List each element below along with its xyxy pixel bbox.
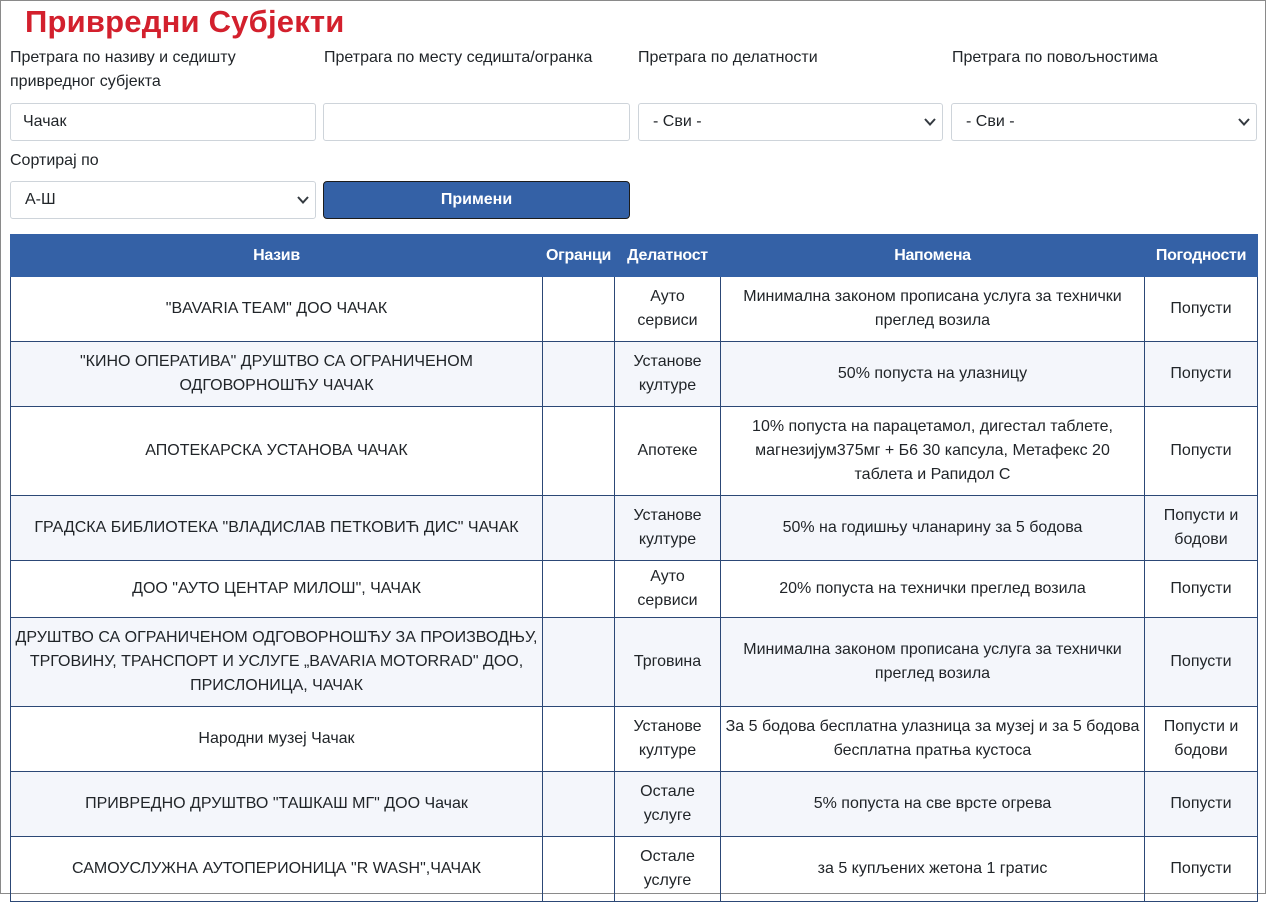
branches-cell — [542, 560, 615, 618]
company-name-cell[interactable]: ДРУШТВО СА ОГРАНИЧЕНОМ ОДГОВОРНОШЋУ ЗА П… — [10, 617, 543, 707]
column-header-name[interactable]: Назив — [10, 234, 543, 277]
column-header-benefits[interactable]: Погодности — [1144, 234, 1258, 277]
table-header-row: Назив Огранци Делатност Напомена Погодно… — [10, 234, 1258, 277]
branches-cell — [542, 836, 615, 902]
company-name-cell[interactable]: АПОТЕКАРСКА УСТАНОВА ЧАЧАК — [10, 406, 543, 496]
branches-cell — [542, 617, 615, 707]
company-name-cell[interactable]: ПРИВРЕДНО ДРУШТВО "ТАШКАШ МГ" ДОО Чачак — [10, 771, 543, 837]
page-frame: Привредни Субјекти Претрага по називу и … — [0, 0, 1266, 902]
activity-cell: Установе културе — [614, 341, 721, 407]
activity-cell: Ауто сервиси — [614, 276, 721, 342]
table-row: Народни музеј Чачак Установе културе За … — [10, 706, 1258, 772]
place-search-label: Претрага по месту седишта/огранка — [324, 49, 593, 66]
benefits-cell: Попусти — [1144, 836, 1258, 902]
table-row: ГРАДСКА БИБЛИОТЕКА "ВЛАДИСЛАВ ПЕТКОВИЋ Д… — [10, 495, 1258, 561]
note-cell: 50% попуста на улазницу — [720, 341, 1145, 407]
benefits-cell: Попусти — [1144, 341, 1258, 407]
branches-cell — [542, 495, 615, 561]
benefits-cell: Попусти и бодови — [1144, 495, 1258, 561]
note-cell: за 5 купљених жетона 1 гратис — [720, 836, 1145, 902]
name-search-label: Претрага по називу и седишту привредног … — [10, 49, 236, 90]
page-title: Привредни Субјекти — [25, 4, 345, 39]
column-header-activity[interactable]: Делатност — [614, 234, 721, 277]
activity-cell: Ауто сервиси — [614, 560, 721, 618]
company-name-cell[interactable]: ДОО "АУТО ЦЕНТАР МИЛОШ", ЧАЧАК — [10, 560, 543, 618]
note-cell: 50% на годишњу чланарину за 5 бодова — [720, 495, 1145, 561]
benefits-cell: Попусти — [1144, 406, 1258, 496]
activity-cell: Остале услуге — [614, 836, 721, 902]
branches-cell — [542, 341, 615, 407]
note-cell: 20% попуста на технички преглед возила — [720, 560, 1145, 618]
benefits-cell: Попусти — [1144, 771, 1258, 837]
branches-cell — [542, 706, 615, 772]
note-cell: За 5 бодова бесплатна улазница за музеј … — [720, 706, 1145, 772]
benefits-cell: Попусти и бодови — [1144, 706, 1258, 772]
branches-cell — [542, 406, 615, 496]
column-header-branches[interactable]: Огранци — [542, 234, 615, 277]
chevron-down-icon — [297, 196, 309, 204]
company-name-cell[interactable]: Народни музеј Чачак — [10, 706, 543, 772]
activity-select[interactable]: - Сви - — [638, 103, 943, 141]
name-search-input[interactable]: Чачак — [10, 103, 316, 141]
note-cell: Минимална законом прописана услуга за те… — [720, 617, 1145, 707]
sort-select-value: А-Ш — [25, 191, 56, 208]
apply-button[interactable]: Примени — [323, 181, 630, 219]
benefits-cell: Попусти — [1144, 617, 1258, 707]
benefits-cell: Попусти — [1144, 560, 1258, 618]
activity-cell: Остале услуге — [614, 771, 721, 837]
chevron-down-icon — [924, 118, 936, 126]
activity-select-value: - Сви - — [653, 113, 702, 130]
table-row: АПОТЕКАРСКА УСТАНОВА ЧАЧАК Апотеке 10% п… — [10, 406, 1258, 496]
table-row: "КИНО ОПЕРАТИВА" ДРУШТВО СА ОГРАНИЧЕНОМ … — [10, 341, 1258, 407]
table-row: ПРИВРЕДНО ДРУШТВО "ТАШКАШ МГ" ДОО Чачак … — [10, 771, 1258, 837]
sort-select[interactable]: А-Ш — [10, 181, 316, 219]
activity-search-label: Претрага по делатности — [638, 49, 818, 66]
company-name-cell[interactable]: САМОУСЛУЖНА АУТОПЕРИОНИЦА "R WASH",ЧАЧАК — [10, 836, 543, 902]
branches-cell — [542, 771, 615, 837]
activity-cell: Установе културе — [614, 495, 721, 561]
benefits-cell: Попусти — [1144, 276, 1258, 342]
company-name-cell[interactable]: "BAVARIA TEAM" ДОО ЧАЧАК — [10, 276, 543, 342]
column-header-note[interactable]: Напомена — [720, 234, 1145, 277]
chevron-down-icon — [1238, 118, 1250, 126]
branches-cell — [542, 276, 615, 342]
benefit-select[interactable]: - Сви - — [951, 103, 1257, 141]
benefit-search-label: Претрага по повољностима — [952, 49, 1158, 66]
benefit-select-value: - Сви - — [966, 113, 1015, 130]
note-cell: 5% попуста на све врсте огрева — [720, 771, 1145, 837]
note-cell: 10% попуста на парацетамол, дигестал таб… — [720, 406, 1145, 496]
company-name-cell[interactable]: ГРАДСКА БИБЛИОТЕКА "ВЛАДИСЛАВ ПЕТКОВИЋ Д… — [10, 495, 543, 561]
table-row: САМОУСЛУЖНА АУТОПЕРИОНИЦА "R WASH",ЧАЧАК… — [10, 836, 1258, 902]
company-name-cell[interactable]: "КИНО ОПЕРАТИВА" ДРУШТВО СА ОГРАНИЧЕНОМ … — [10, 341, 543, 407]
activity-cell: Трговина — [614, 617, 721, 707]
table-row: ДОО "АУТО ЦЕНТАР МИЛОШ", ЧАЧАК Ауто серв… — [10, 560, 1258, 618]
activity-cell: Установе културе — [614, 706, 721, 772]
sort-label: Сортирај по — [10, 152, 99, 169]
companies-table: Назив Огранци Делатност Напомена Погодно… — [10, 234, 1258, 902]
place-search-input[interactable] — [323, 103, 630, 141]
note-cell: Минимална законом прописана услуга за те… — [720, 276, 1145, 342]
table-row: ДРУШТВО СА ОГРАНИЧЕНОМ ОДГОВОРНОШЋУ ЗА П… — [10, 617, 1258, 707]
activity-cell: Апотеке — [614, 406, 721, 496]
table-row: "BAVARIA TEAM" ДОО ЧАЧАК Ауто сервиси Ми… — [10, 276, 1258, 342]
